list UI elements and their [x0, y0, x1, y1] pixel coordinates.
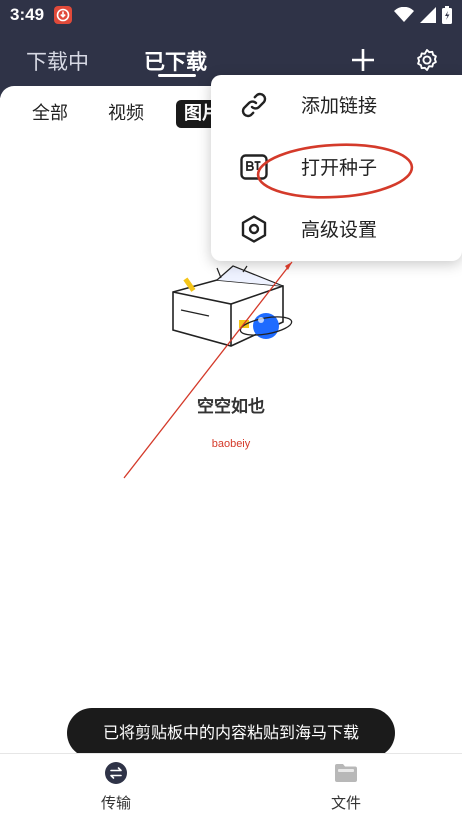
filter-video[interactable]: 视频: [100, 100, 152, 128]
app-notification-icon: [54, 6, 72, 24]
menu-item-advanced-settings[interactable]: 高级设置: [211, 199, 462, 259]
add-popup-menu: 添加链接 打开种子 高级设置: [211, 75, 462, 261]
menu-item-label: 高级设置: [301, 219, 378, 241]
system-icons: [394, 6, 452, 24]
folder-icon: [335, 764, 357, 782]
plus-icon: [352, 49, 374, 71]
empty-box-illustration: [165, 260, 300, 354]
tab-downloading[interactable]: 下载中: [26, 46, 89, 76]
watermark-text: baobeiy: [211, 438, 251, 450]
menu-item-add-link[interactable]: 添加链接: [211, 75, 462, 135]
link-icon: [241, 92, 267, 118]
status-time: 3:49: [10, 5, 45, 24]
menu-item-label: 添加链接: [301, 95, 378, 117]
battery-icon: [442, 6, 452, 24]
status-bar: 3:49: [0, 0, 462, 30]
signal-icon: [420, 7, 436, 23]
filter-all[interactable]: 全部: [24, 100, 76, 128]
menu-item-open-torrent[interactable]: 打开种子: [211, 137, 462, 197]
transfer-icon: [105, 762, 127, 784]
active-tab-indicator: [158, 74, 196, 77]
hexagon-settings-icon: [241, 215, 267, 243]
bottom-nav-label: 传输: [100, 794, 131, 812]
empty-state-text: 空空如也: [197, 397, 265, 417]
tab-downloaded[interactable]: 已下载: [144, 46, 207, 76]
bottom-nav-files[interactable]: 文件: [306, 762, 386, 813]
settings-button[interactable]: [411, 46, 443, 74]
bottom-nav: 传输 文件: [0, 753, 462, 822]
clipboard-toast: 已将剪贴板中的内容粘贴到海马下载: [67, 708, 395, 758]
bottom-nav-label: 文件: [330, 794, 361, 812]
bt-torrent-icon: [240, 154, 268, 180]
gear-icon: [417, 49, 437, 71]
wifi-icon: [394, 7, 414, 22]
add-button[interactable]: [347, 46, 379, 74]
bottom-nav-transfer[interactable]: 传输: [76, 762, 156, 813]
menu-item-label: 打开种子: [301, 157, 378, 179]
